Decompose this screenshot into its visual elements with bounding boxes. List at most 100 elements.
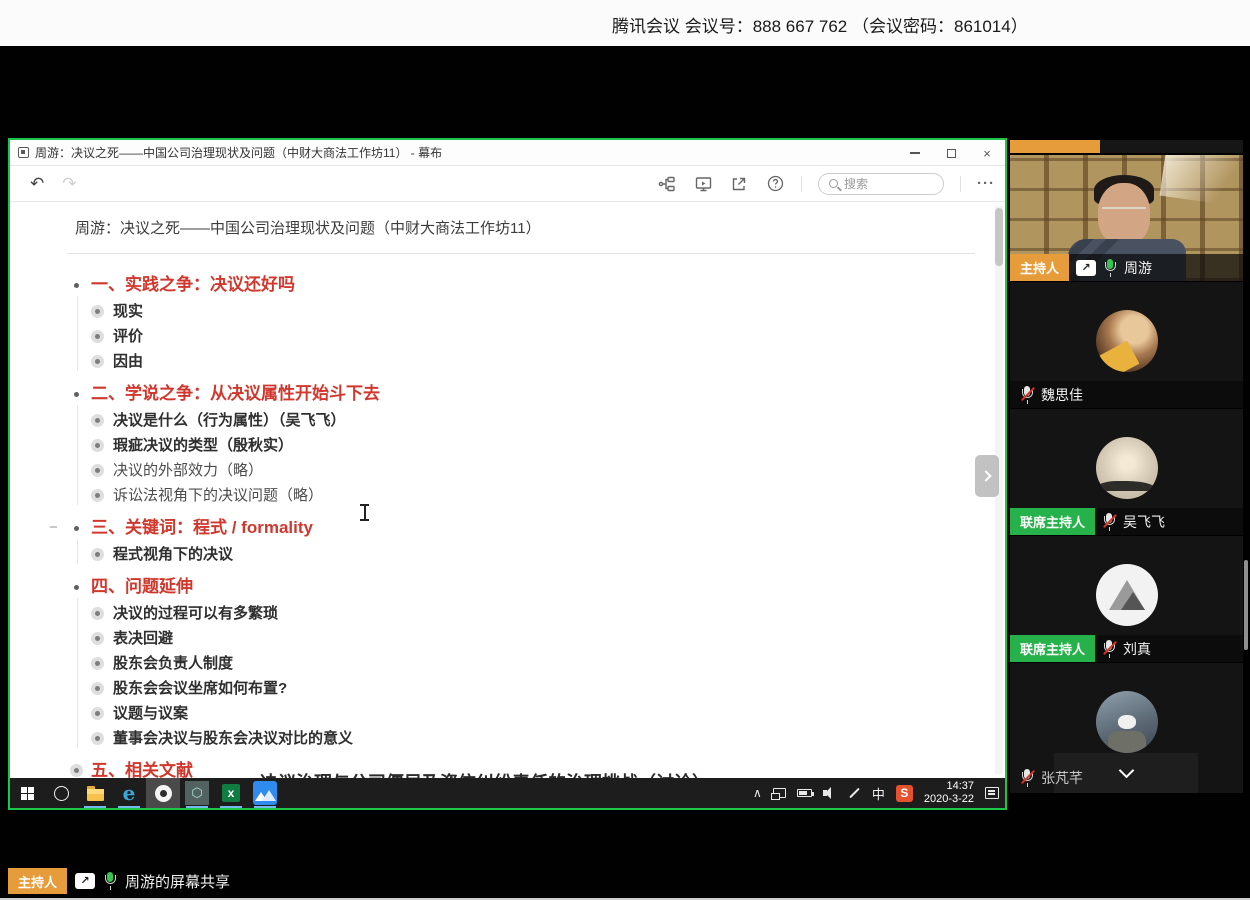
participant-name: 周游 [1124,258,1152,278]
outline-section-4: 四、问题延伸 决议的过程可以有多繁琐 表决回避 股东会负责人制度 股东会会议坐席… [67,572,975,751]
partial-tile-above [1010,140,1243,153]
scrollbar-thumb[interactable] [995,208,1003,266]
participant-tile-zhouyou[interactable]: 主持人 ↗ 周游 [1010,155,1243,281]
bullet-ring[interactable] [91,657,104,670]
outline-item[interactable]: 议题与议案 [67,701,975,726]
ime-indicator[interactable]: 中 [872,784,885,803]
action-center-icon[interactable] [985,787,999,799]
bullet-ring[interactable] [91,355,104,368]
outline-item[interactable]: 程式视角下的决议 [67,542,975,567]
participant-tile-weisijia[interactable]: 魏思佳 [1010,282,1243,408]
bullet-dot [74,526,79,531]
bullet-ring[interactable] [91,330,104,343]
screen-share-icon: ↗ [1076,260,1096,276]
outline-heading[interactable]: − 三、关键词：程式 / formality [67,513,975,542]
maximize-button[interactable] [933,140,969,166]
edge-button[interactable]: e [112,778,146,808]
close-button[interactable]: × [969,140,1005,166]
search-input[interactable] [844,177,924,191]
outline-item[interactable]: 表决回避 [67,626,975,651]
bullet-ring[interactable] [91,414,104,427]
help-icon[interactable] [765,174,785,194]
round-app-button[interactable] [146,778,180,808]
outline-item[interactable]: 评价 [67,324,975,349]
outline-item[interactable]: 瑕疵决议的类型（殷秋实） [67,433,975,458]
collapse-handle[interactable]: − [49,513,58,542]
outline-section-2: 二、学说之争：从决议属性开始斗下去 决议是什么（行为属性）（吴飞飞） 瑕疵决议的… [67,379,975,508]
pen-icon[interactable] [849,788,860,799]
search-box[interactable] [818,173,944,195]
bullet-dot [74,585,79,590]
mic-on-icon [103,872,117,890]
mic-muted-icon[interactable] [1102,640,1116,658]
sidebar-collapse-arrow[interactable] [975,455,999,497]
outline-section-3: − 三、关键词：程式 / formality 程式视角下的决议 [67,513,975,567]
participant-tile-wufeifei[interactable]: 联席主持人 吴飞飞 [1010,409,1243,535]
participant-name: 吴飞飞 [1123,512,1165,532]
mubu-icon [253,781,277,805]
battery-icon[interactable] [797,789,812,797]
windows-taskbar: e ⬡ x ∧ 中 S 14:37 2020-3-22 [10,778,1005,808]
document-title[interactable]: 周游：决议之死——中国公司治理现状及问题（中财大商法工作坊11） [67,217,975,238]
outline-heading[interactable]: 四、问题延伸 [67,572,975,601]
outline-item[interactable]: 现实 [67,299,975,324]
speaker-icon[interactable] [823,787,837,799]
outline-heading[interactable]: 二、学说之争：从决议属性开始斗下去 [67,379,975,408]
bullet-dot [74,392,79,397]
bullet-ring[interactable] [70,764,83,777]
presentation-icon[interactable] [693,174,713,194]
bullet-ring[interactable] [91,632,104,645]
bullet-ring[interactable] [91,732,104,745]
bullet-ring[interactable] [91,607,104,620]
undo-icon[interactable]: ↶ [30,174,44,194]
taskbar-time: 14:37 [924,780,974,793]
start-button[interactable] [10,778,44,808]
window-title: 周游：决议之死——中国公司治理现状及问题（中财大商法工作坊11） - 幕布 [35,144,442,161]
show-hidden-icons[interactable]: ∧ [753,786,762,800]
mubu-app-icon [18,147,29,158]
cortana-button[interactable] [44,778,78,808]
bullet-ring[interactable] [91,548,104,561]
outline-heading[interactable]: 一、实践之争：决议还好吗 [67,270,975,299]
bullet-ring[interactable] [91,707,104,720]
bullet-ring[interactable] [91,489,104,502]
file-explorer-button[interactable] [78,778,112,808]
participants-panel: 主持人 ↗ 周游 魏思佳 联席主持人 吴飞飞 [1010,140,1243,794]
more-menu-icon[interactable]: ··· [977,175,995,192]
outline-item[interactable]: 决议的外部效力（略） [67,458,975,483]
mubu-taskbar-button[interactable] [248,778,282,808]
outline-item[interactable]: 因由 [67,349,975,374]
redo-icon[interactable]: ↷ [62,174,76,194]
taskbar-clock[interactable]: 14:37 2020-3-22 [924,780,974,806]
mic-on-icon[interactable] [1103,259,1117,277]
bullet-ring[interactable] [91,464,104,477]
outline-item[interactable]: 诉讼法视角下的决议问题（略） [67,483,975,508]
outline-item[interactable]: 决议是什么（行为属性）（吴飞飞） [67,408,975,433]
excel-button[interactable]: x [214,778,248,808]
text-cursor [360,504,369,521]
mic-muted-icon[interactable] [1020,386,1034,404]
meeting-info-bar: 腾讯会议 会议号：888 667 762 （会议密码：861014） [0,0,1250,46]
participant-tile-zhangpengqian[interactable]: 张芃芊 [1010,663,1243,793]
outline-item[interactable]: 股东会会议坐席如何布置? [67,676,975,701]
outline-document: 周游：决议之死——中国公司治理现状及问题（中财大商法工作坊11） 一、实践之争：… [10,203,1005,778]
minimize-button[interactable] [897,140,933,166]
sogou-icon[interactable]: S [896,785,913,802]
network-icon[interactable] [773,788,786,798]
mic-muted-icon[interactable] [1020,769,1034,787]
mic-muted-icon[interactable] [1102,513,1116,531]
participant-tile-liuzhen[interactable]: 联席主持人 刘真 [1010,536,1243,662]
outline-item[interactable]: 股东会负责人制度 [67,651,975,676]
folder-icon [87,789,104,801]
outline-item[interactable]: 决议的过程可以有多繁琐 [67,601,975,626]
mindmap-view-icon[interactable] [657,174,677,194]
bullet-ring[interactable] [91,439,104,452]
outline-item[interactable]: 董事会决议与股东会决议对比的意义 [67,726,975,751]
participants-scrollbar-thumb[interactable] [1244,560,1248,650]
cohost-badge: 联席主持人 [1010,635,1095,662]
export-share-icon[interactable] [729,174,749,194]
bullet-ring[interactable] [91,305,104,318]
bullet-ring[interactable] [91,682,104,695]
bullet-dot [74,283,79,288]
hex-app-button[interactable]: ⬡ [180,778,214,808]
